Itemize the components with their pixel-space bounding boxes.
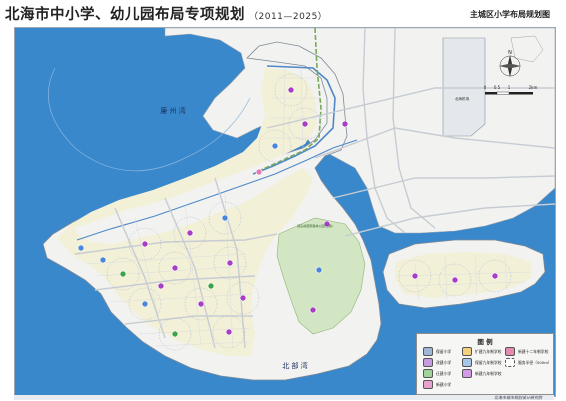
legend-swatch-icon xyxy=(423,369,433,378)
scale-label-1: 0.5 xyxy=(494,85,501,90)
page-title: 北海市中小学、幼儿园布局专项规划 （2011—2025） xyxy=(5,3,327,24)
legend-swatch-icon xyxy=(462,369,472,378)
legend-item-service-radius: 服务半径（500m） xyxy=(505,358,552,367)
legend-label: 保留九年制学校 xyxy=(475,359,502,365)
bay-label-north: 廉 州 湾 xyxy=(160,106,185,115)
legend-label: 迁建小学 xyxy=(436,370,452,376)
legend-item-expand-nine-year: 扩建九年制学校 xyxy=(462,347,502,356)
scale-label-3: 2km xyxy=(529,85,538,90)
map-page: 北海市中小学、幼儿园布局专项规划 （2011—2025） 主城区小学布局规划图 xyxy=(0,0,566,400)
map-subtitle: 主城区小学布局规划图 xyxy=(470,10,550,19)
legend-label: 保留小学 xyxy=(436,348,452,354)
legend-item-rebuild-primary: 改建小学 xyxy=(423,358,451,367)
legend-item-keep-primary: 保留小学 xyxy=(423,347,451,356)
legend: 图 例 保留小学 改建小学 迁建小学 新建小学 扩建九年制学校 保留九年制学校 … xyxy=(416,333,554,395)
bay-label-south: 北 部 湾 xyxy=(282,361,307,370)
legend-label: 新建九年制学校 xyxy=(475,370,502,376)
title-text: 北海市中小学、幼儿园布局专项规划 xyxy=(5,7,245,23)
scale-label-0: 0 xyxy=(484,85,487,90)
legend-item-relocate-primary: 迁建小学 xyxy=(423,369,451,378)
legend-label: 扩建九年制学校 xyxy=(475,348,502,354)
airport-zone xyxy=(442,37,486,137)
legend-swatch-icon xyxy=(423,380,433,389)
header: 北海市中小学、幼儿园布局专项规划 （2011—2025） 主城区小学布局规划图 xyxy=(0,0,566,27)
legend-item-new-twelve-year: 新建十二年制学校 xyxy=(505,347,548,356)
legend-swatch-icon xyxy=(423,358,433,367)
legend-swatch-icon xyxy=(462,347,472,356)
legend-label: 新建十二年制学校 xyxy=(518,348,549,354)
legend-item-new-nine-year: 新建九年制学校 xyxy=(462,369,502,378)
legend-title: 图 例 xyxy=(477,338,493,346)
scale-label-2: 1 xyxy=(508,85,511,90)
legend-item-keep-nine-year: 保留九年制学校 xyxy=(462,358,502,367)
north-label: N xyxy=(508,50,512,56)
title-period: （2011—2025） xyxy=(249,12,328,22)
airport-label: 北海机场 xyxy=(455,96,470,101)
legend-label: 改建小学 xyxy=(436,359,452,365)
legend-label: 服务半径（500m） xyxy=(518,359,552,365)
legend-label: 新建小学 xyxy=(436,381,452,387)
legend-swatch-icon xyxy=(505,347,515,356)
park-label: 冠头岭国家森林公园(二期) xyxy=(297,223,332,228)
legend-item-new-primary: 新建小学 xyxy=(423,380,451,389)
footer-strip xyxy=(14,395,554,400)
legend-swatch-icon xyxy=(462,358,472,367)
legend-swatch-icon xyxy=(505,358,515,367)
scale-bar xyxy=(485,91,533,95)
legend-swatch-icon xyxy=(423,347,433,356)
footer-text: 北海市城市规划设计研究院 xyxy=(494,395,542,400)
